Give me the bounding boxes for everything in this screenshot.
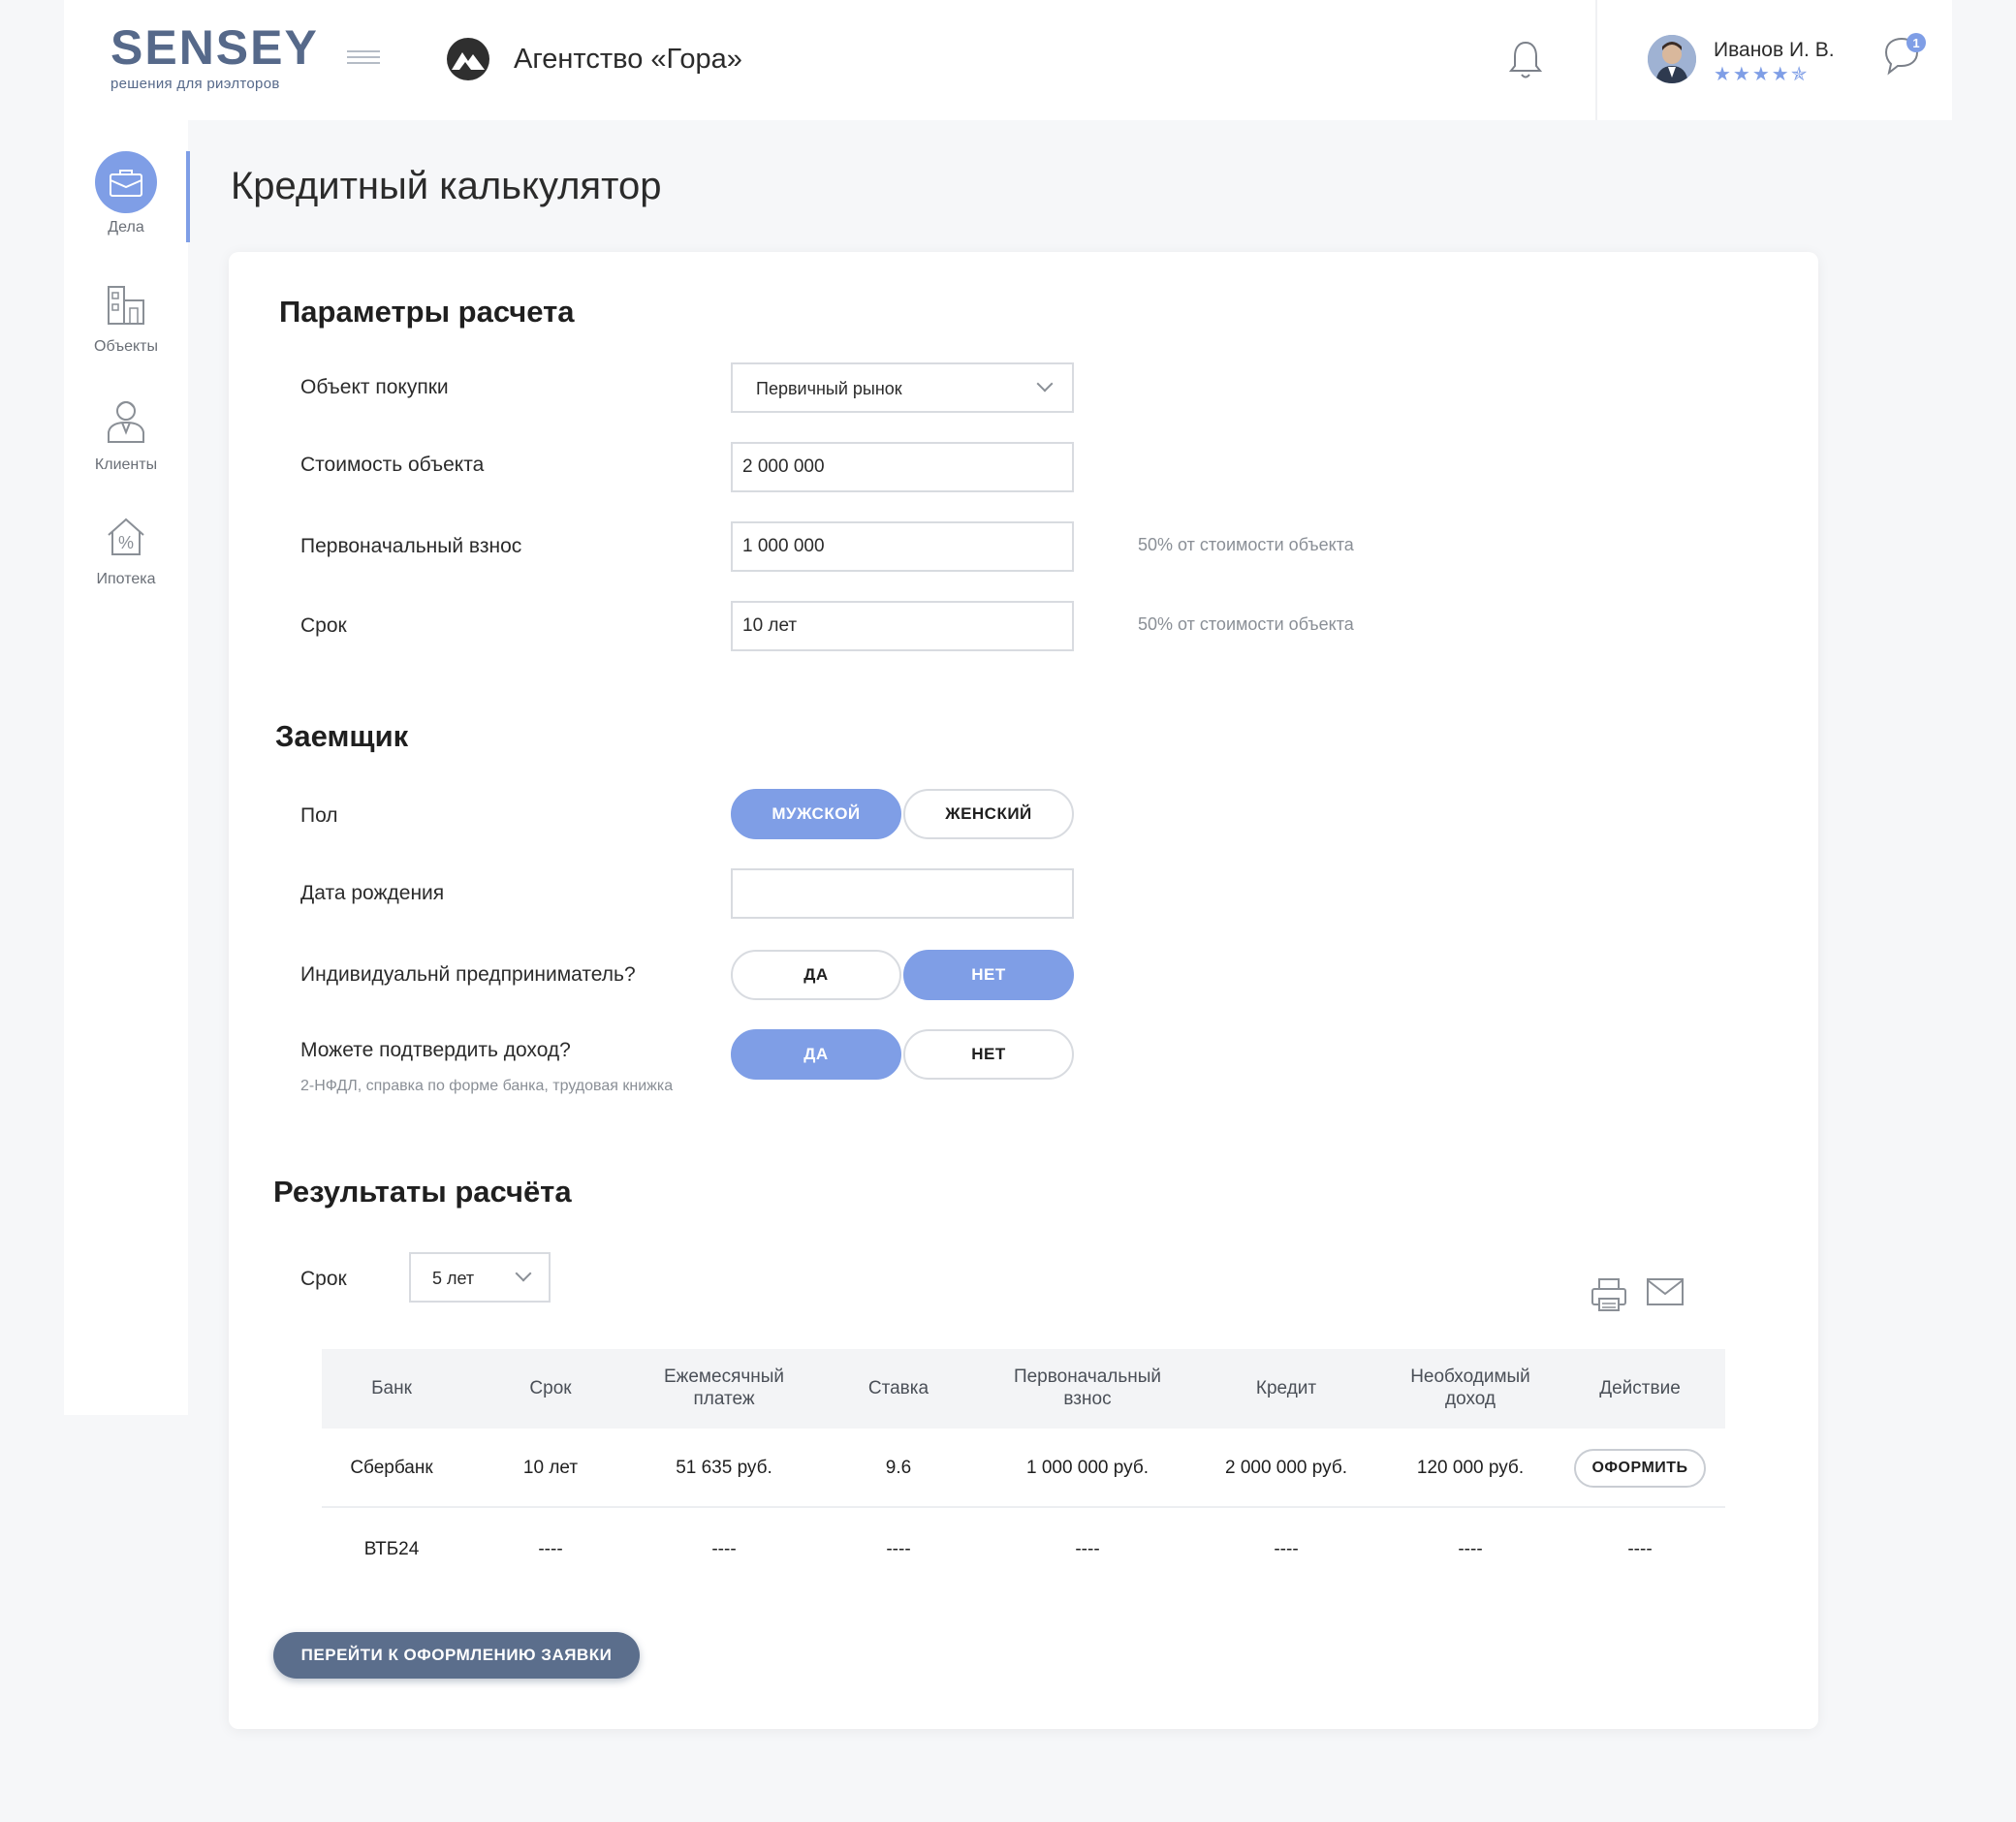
sidebar-item-deals[interactable]: Дела: [64, 151, 188, 236]
cell-credit: ----: [1274, 1538, 1299, 1559]
down-payment-label: Первоначальный взнос: [300, 535, 522, 557]
col-down-payment: Первоначальный взнос: [1013, 1366, 1162, 1409]
col-rate: Ставка: [867, 1377, 929, 1398]
gender-female-button[interactable]: ЖЕНСКИЙ: [903, 789, 1074, 839]
chat-badge-count: 1: [1912, 36, 1919, 50]
col-bank: Банк: [371, 1377, 412, 1398]
cell-action: ОФОРМИТЬ: [1572, 1429, 1708, 1508]
sidebar-item-label: Ипотека: [96, 571, 156, 587]
cost-input[interactable]: [731, 442, 1074, 492]
bell-icon[interactable]: [1508, 39, 1543, 81]
agency-name: Агентство «Гора»: [514, 43, 742, 75]
table-row: Сбербанк 10 лет 51 635 руб. 9.6 1 000 00…: [322, 1429, 1725, 1508]
table-row: ВТБ24 ---- ---- ---- ---- ---- ---- ----: [322, 1510, 1725, 1589]
buildings-icon: [108, 286, 144, 325]
col-credit: Кредит: [1255, 1377, 1317, 1398]
client-icon: [108, 401, 144, 443]
brand-name: SENSEY: [110, 20, 319, 75]
cell-action: ----: [1627, 1538, 1653, 1559]
svg-text:%: %: [118, 533, 134, 552]
calculator-card: Параметры расчета Объект покупки Первичн…: [229, 252, 1818, 1729]
col-term: Срок: [529, 1377, 572, 1398]
income-label: Можете подтвердить доход?: [300, 1039, 571, 1061]
down-payment-input[interactable]: [731, 521, 1074, 572]
cell-term: 10 лет: [522, 1457, 579, 1478]
income-no-button[interactable]: НЕТ: [903, 1029, 1074, 1080]
sidebar: Дела Объекты Клиенты % Ипотека: [64, 120, 190, 1415]
purchase-select[interactable]: Первичный рынок: [731, 362, 1074, 413]
results-section-title: Результаты расчёта: [273, 1175, 572, 1209]
avatar[interactable]: [1648, 35, 1696, 83]
sidebar-item-mortgage[interactable]: % Ипотека: [64, 514, 188, 588]
cell-required-income: 120 000 руб.: [1416, 1457, 1525, 1478]
income-hint: 2-НФДЛ, справка по форме банка, трудовая…: [300, 1078, 674, 1094]
sidebar-item-label: Дела: [108, 219, 144, 236]
purchase-select-value: Первичный рынок: [756, 379, 902, 398]
term-hint: 50% от стоимости объекта: [1138, 614, 1354, 634]
cell-required-income: ----: [1458, 1538, 1483, 1559]
agency: Агентство «Гора»: [446, 37, 742, 81]
cost-label: Стоимость объекта: [300, 454, 485, 476]
down-payment-hint: 50% от стоимости объекта: [1138, 535, 1354, 554]
agency-logo-icon: [447, 38, 489, 80]
params-section-title: Параметры расчета: [279, 295, 575, 329]
user-panel: Иванов И. В. ★★★★✯ 1: [1595, 0, 1952, 120]
mail-icon[interactable]: [1646, 1277, 1685, 1306]
birth-date-input[interactable]: [731, 868, 1074, 919]
ie-yes-button[interactable]: ДА: [731, 950, 901, 1000]
cell-down-payment: 1 000 000 руб.: [1025, 1457, 1150, 1478]
term-input[interactable]: [731, 601, 1074, 651]
ie-label: Индивидуальнй предприниматель?: [300, 963, 636, 986]
page-title: Кредитный калькулятор: [231, 165, 662, 207]
brand-tagline: решения для риэлторов: [110, 76, 280, 92]
cell-rate: 9.6: [885, 1457, 912, 1478]
borrower-section-title: Заемщик: [275, 719, 409, 753]
cell-down-payment: ----: [1075, 1538, 1100, 1559]
menu-icon[interactable]: [347, 50, 380, 66]
col-action: Действие: [1599, 1377, 1681, 1398]
cell-rate: ----: [886, 1538, 911, 1559]
cell-monthly-payment: ----: [711, 1538, 737, 1559]
cell-monthly-payment: 51 635 руб.: [676, 1457, 772, 1478]
term-label: Срок: [300, 614, 347, 637]
results-term-value: 5 лет: [432, 1269, 475, 1288]
table-header: Банк Срок Ежемесячный платеж Ставка Перв…: [322, 1349, 1725, 1429]
income-yes-button[interactable]: ДА: [731, 1029, 901, 1080]
gender-label: Пол: [300, 804, 338, 827]
sidebar-item-objects[interactable]: Объекты: [64, 283, 188, 356]
sidebar-item-clients[interactable]: Клиенты: [64, 395, 188, 474]
results-term-select[interactable]: 5 лет: [409, 1252, 551, 1303]
cell-bank: ВТБ24: [363, 1538, 420, 1559]
col-required-income: Необходимый доход: [1410, 1366, 1530, 1409]
user-name[interactable]: Иванов И. В.: [1714, 39, 1835, 62]
cell-term: ----: [538, 1538, 563, 1559]
apply-button[interactable]: ОФОРМИТЬ: [1574, 1449, 1706, 1488]
top-bar: SENSEY решения для риэлторов Агентство «…: [64, 0, 1952, 120]
col-monthly-payment: Ежемесячный платеж: [663, 1366, 785, 1409]
print-icon[interactable]: [1590, 1275, 1628, 1314]
chevron-down-icon: [515, 1265, 532, 1282]
submit-application-button[interactable]: ПЕРЕЙТИ К ОФОРМЛЕНИЮ ЗАЯВКИ: [273, 1632, 640, 1679]
rating-stars: ★★★★✯: [1714, 64, 1810, 85]
chat-icon[interactable]: 1: [1880, 31, 1927, 79]
user-photo-icon: [1648, 35, 1696, 83]
gender-male-button[interactable]: МУЖСКОЙ: [731, 789, 901, 839]
brand-logo[interactable]: SENSEY решения для риэлторов: [110, 23, 319, 92]
sidebar-item-label: Клиенты: [94, 456, 158, 473]
mortgage-icon: %: [108, 518, 144, 555]
chevron-down-icon: [1036, 375, 1054, 393]
results-term-label: Срок: [300, 1268, 347, 1290]
cell-bank: Сбербанк: [350, 1457, 433, 1478]
ie-no-button[interactable]: НЕТ: [903, 950, 1074, 1000]
purchase-label: Объект покупки: [300, 376, 449, 398]
birth-date-label: Дата рождения: [300, 882, 445, 904]
sidebar-item-label: Объекты: [94, 338, 158, 355]
cell-credit: 2 000 000 руб.: [1224, 1457, 1348, 1478]
briefcase-icon: [95, 151, 157, 213]
